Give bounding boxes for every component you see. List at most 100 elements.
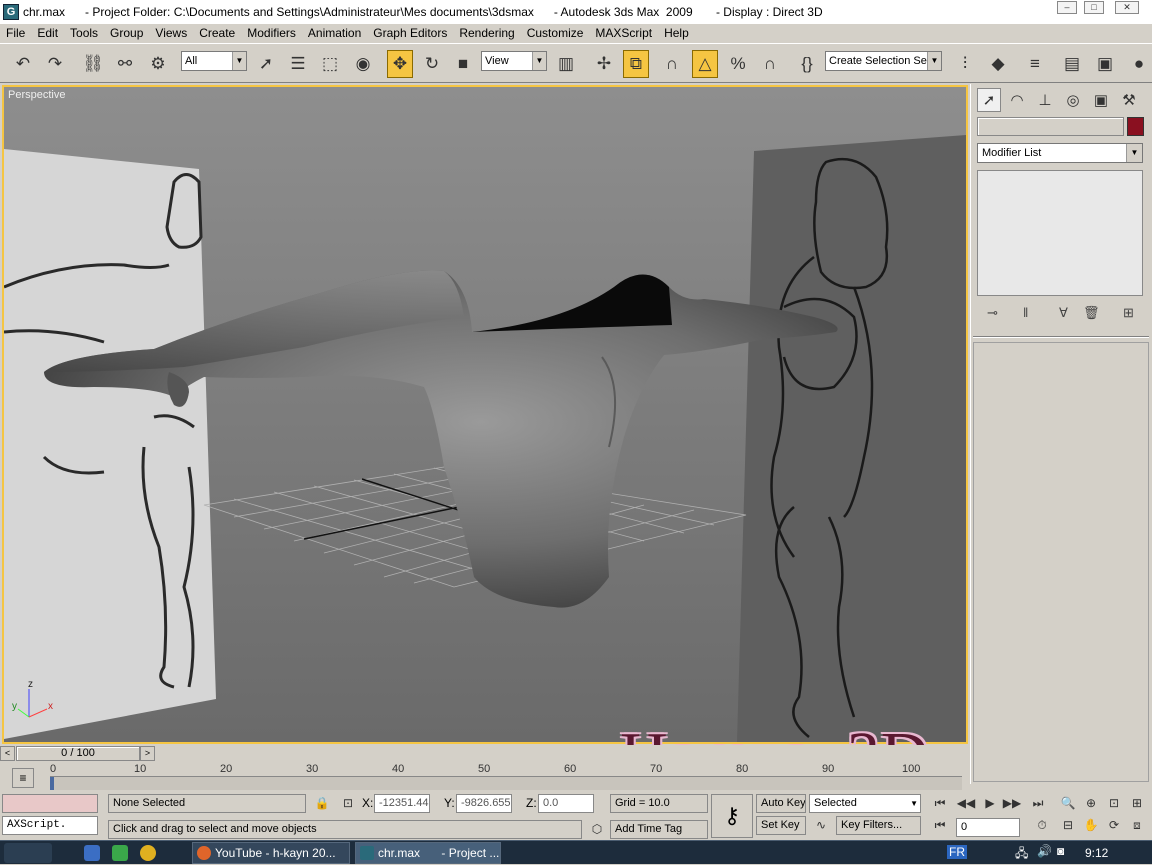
zoom-extents-icon[interactable]: ⊡ bbox=[1102, 794, 1126, 812]
show-end-result-icon[interactable]: ‖ bbox=[1023, 305, 1028, 320]
menu-help[interactable]: Help bbox=[658, 24, 695, 43]
manipulate-icon[interactable]: ✢ bbox=[591, 50, 617, 78]
angle-snap-icon[interactable]: △ bbox=[692, 50, 718, 78]
make-unique-icon[interactable]: ∀ bbox=[1059, 305, 1068, 321]
absolute-mode-icon[interactable]: ⊡ bbox=[336, 794, 360, 812]
modify-tab-icon[interactable]: ◠ bbox=[1005, 88, 1029, 112]
named-selection-dropdown[interactable]: Create Selection Se ▼ bbox=[825, 51, 942, 71]
redo-icon[interactable]: ↷ bbox=[42, 50, 68, 78]
mini-curve-editor-icon[interactable]: ≡ bbox=[12, 768, 34, 788]
play-icon[interactable]: ▶ bbox=[978, 794, 1002, 812]
snaps-toggle-icon[interactable]: ∩ bbox=[659, 50, 685, 78]
pivot-center-icon[interactable]: ▥ bbox=[553, 50, 579, 78]
display-tab-icon[interactable]: ▣ bbox=[1089, 88, 1113, 112]
maxscript-listener-pink[interactable] bbox=[2, 794, 98, 813]
time-slider-thumb[interactable]: 0 / 100 bbox=[16, 746, 140, 761]
selection-filter-dropdown[interactable]: All ▼ bbox=[181, 51, 247, 71]
chrome-icon[interactable] bbox=[140, 845, 156, 861]
current-frame-field[interactable]: 0 bbox=[956, 818, 1020, 837]
layer-manager-icon[interactable]: ≡ bbox=[1022, 50, 1048, 78]
menu-modifiers[interactable]: Modifiers bbox=[241, 24, 302, 43]
menu-views[interactable]: Views bbox=[149, 24, 193, 43]
menu-maxscript[interactable]: MAXScript bbox=[589, 24, 658, 43]
pan-icon[interactable]: ✋ bbox=[1079, 816, 1103, 834]
undo-icon[interactable]: ↶ bbox=[10, 50, 36, 78]
modifier-list-dropdown[interactable]: Modifier List ▼ bbox=[977, 143, 1143, 163]
key-mode-dropdown[interactable]: Selected ▼ bbox=[809, 794, 921, 813]
edit-named-selections-icon[interactable]: {} bbox=[794, 50, 820, 78]
time-tag-icon[interactable]: ⬡ bbox=[585, 820, 609, 838]
maxscript-mini-listener[interactable]: AXScript. bbox=[2, 816, 98, 835]
bind-space-warp-icon[interactable]: ⚙ bbox=[145, 50, 171, 78]
z-coord-field[interactable]: 0.0 bbox=[538, 794, 594, 813]
window-crossing-icon[interactable]: ◉ bbox=[350, 50, 376, 78]
menu-tools[interactable]: Tools bbox=[64, 24, 104, 43]
select-object-icon[interactable]: ➚ bbox=[253, 50, 279, 78]
utilities-tab-icon[interactable]: ⚒ bbox=[1117, 88, 1141, 112]
keyboard-shortcut-override-icon[interactable]: ⧉ bbox=[623, 50, 649, 78]
select-and-move-icon[interactable]: ✥ bbox=[387, 50, 413, 78]
set-key-icon[interactable]: ⚷ bbox=[711, 794, 753, 838]
volume-icon[interactable]: 🔊 bbox=[1037, 844, 1052, 858]
menu-create[interactable]: Create bbox=[193, 24, 241, 43]
minimize-button[interactable]: – bbox=[1057, 1, 1077, 14]
time-slider-prev-button[interactable]: < bbox=[0, 746, 15, 761]
select-and-scale-icon[interactable]: ■ bbox=[450, 50, 476, 78]
task-3dsmax[interactable]: chr.max - Project ... bbox=[355, 842, 501, 864]
time-slider-next-button[interactable]: > bbox=[140, 746, 155, 761]
auto-key-button[interactable]: Auto Key bbox=[756, 794, 806, 813]
curve-editor-icon[interactable]: ▤ bbox=[1059, 50, 1085, 78]
next-frame-icon[interactable]: ▶▶ bbox=[1000, 794, 1024, 812]
menu-rendering[interactable]: Rendering bbox=[453, 24, 520, 43]
configure-modifier-sets-icon[interactable]: ⊞ bbox=[1123, 305, 1134, 321]
unlink-icon[interactable]: ⚯ bbox=[112, 50, 138, 78]
start-button[interactable] bbox=[4, 843, 52, 863]
selection-lock-icon[interactable]: 🔒 bbox=[310, 794, 334, 812]
go-to-start-icon[interactable]: ⏮ bbox=[928, 794, 952, 812]
perspective-viewport[interactable]: Perspective z x y bbox=[2, 85, 968, 744]
menu-animation[interactable]: Animation bbox=[302, 24, 367, 43]
maximize-button[interactable]: □ bbox=[1084, 1, 1104, 14]
zoom-extents-all-icon[interactable]: ⊞ bbox=[1125, 794, 1149, 812]
menu-customize[interactable]: Customize bbox=[521, 24, 590, 43]
zoom-icon[interactable]: 🔍 bbox=[1056, 794, 1080, 812]
viewport-label[interactable]: Perspective bbox=[8, 89, 65, 101]
pin-stack-icon[interactable]: ⊸ bbox=[987, 305, 998, 321]
rectangular-selection-icon[interactable]: ⬚ bbox=[317, 50, 343, 78]
menu-group[interactable]: Group bbox=[104, 24, 149, 43]
create-tab-icon[interactable]: ➚ bbox=[977, 88, 1001, 112]
material-editor-icon[interactable]: ● bbox=[1126, 50, 1152, 78]
show-desktop-icon[interactable] bbox=[84, 845, 100, 861]
task-youtube[interactable]: YouTube - h-kayn 20... bbox=[192, 842, 350, 864]
go-to-end-icon[interactable]: ⏭ bbox=[1026, 794, 1050, 812]
spinner-snap-icon[interactable]: ∩ bbox=[757, 50, 783, 78]
percent-snap-icon[interactable]: % bbox=[725, 50, 751, 78]
track-bar[interactable]: ≡ 0 10 20 30 40 50 60 70 80 90 100 bbox=[0, 762, 968, 792]
time-configuration-icon[interactable]: ⏱ bbox=[1030, 816, 1054, 834]
y-coord-field[interactable]: -9826.655 bbox=[456, 794, 512, 813]
object-color-swatch[interactable] bbox=[1127, 117, 1144, 136]
clock[interactable]: 9:12 bbox=[1085, 846, 1108, 860]
modifier-stack[interactable] bbox=[977, 170, 1143, 296]
remove-modifier-icon[interactable]: 🗑 bbox=[1083, 305, 1100, 321]
select-and-link-icon[interactable]: ⛓ bbox=[80, 50, 106, 78]
close-button[interactable]: ✕ bbox=[1115, 1, 1139, 14]
key-mode-toggle-icon[interactable]: ⏮ bbox=[928, 816, 952, 834]
select-and-rotate-icon[interactable]: ↻ bbox=[419, 50, 445, 78]
mirror-icon[interactable]: ⫶ bbox=[952, 50, 978, 78]
menu-graph-editors[interactable]: Graph Editors bbox=[367, 24, 453, 43]
orbit-icon[interactable]: ⟳ bbox=[1102, 816, 1126, 834]
utorrent-icon[interactable] bbox=[112, 845, 128, 861]
language-indicator[interactable]: FR bbox=[947, 845, 967, 859]
set-key-button[interactable]: Set Key bbox=[756, 816, 806, 835]
align-icon[interactable]: ◆ bbox=[985, 50, 1011, 78]
zoom-all-icon[interactable]: ⊕ bbox=[1079, 794, 1103, 812]
hierarchy-tab-icon[interactable]: ⊥ bbox=[1033, 88, 1057, 112]
previous-frame-icon[interactable]: ◀◀ bbox=[954, 794, 978, 812]
menu-file[interactable]: File bbox=[0, 24, 31, 43]
time-slider[interactable]: < 0 / 100 > bbox=[0, 745, 968, 762]
schematic-view-icon[interactable]: ▣ bbox=[1092, 50, 1118, 78]
key-filters-button[interactable]: Key Filters... bbox=[836, 816, 921, 835]
x-coord-field[interactable]: -12351.448 bbox=[374, 794, 430, 813]
default-in-out-tangent-icon[interactable]: ∿ bbox=[809, 816, 833, 834]
